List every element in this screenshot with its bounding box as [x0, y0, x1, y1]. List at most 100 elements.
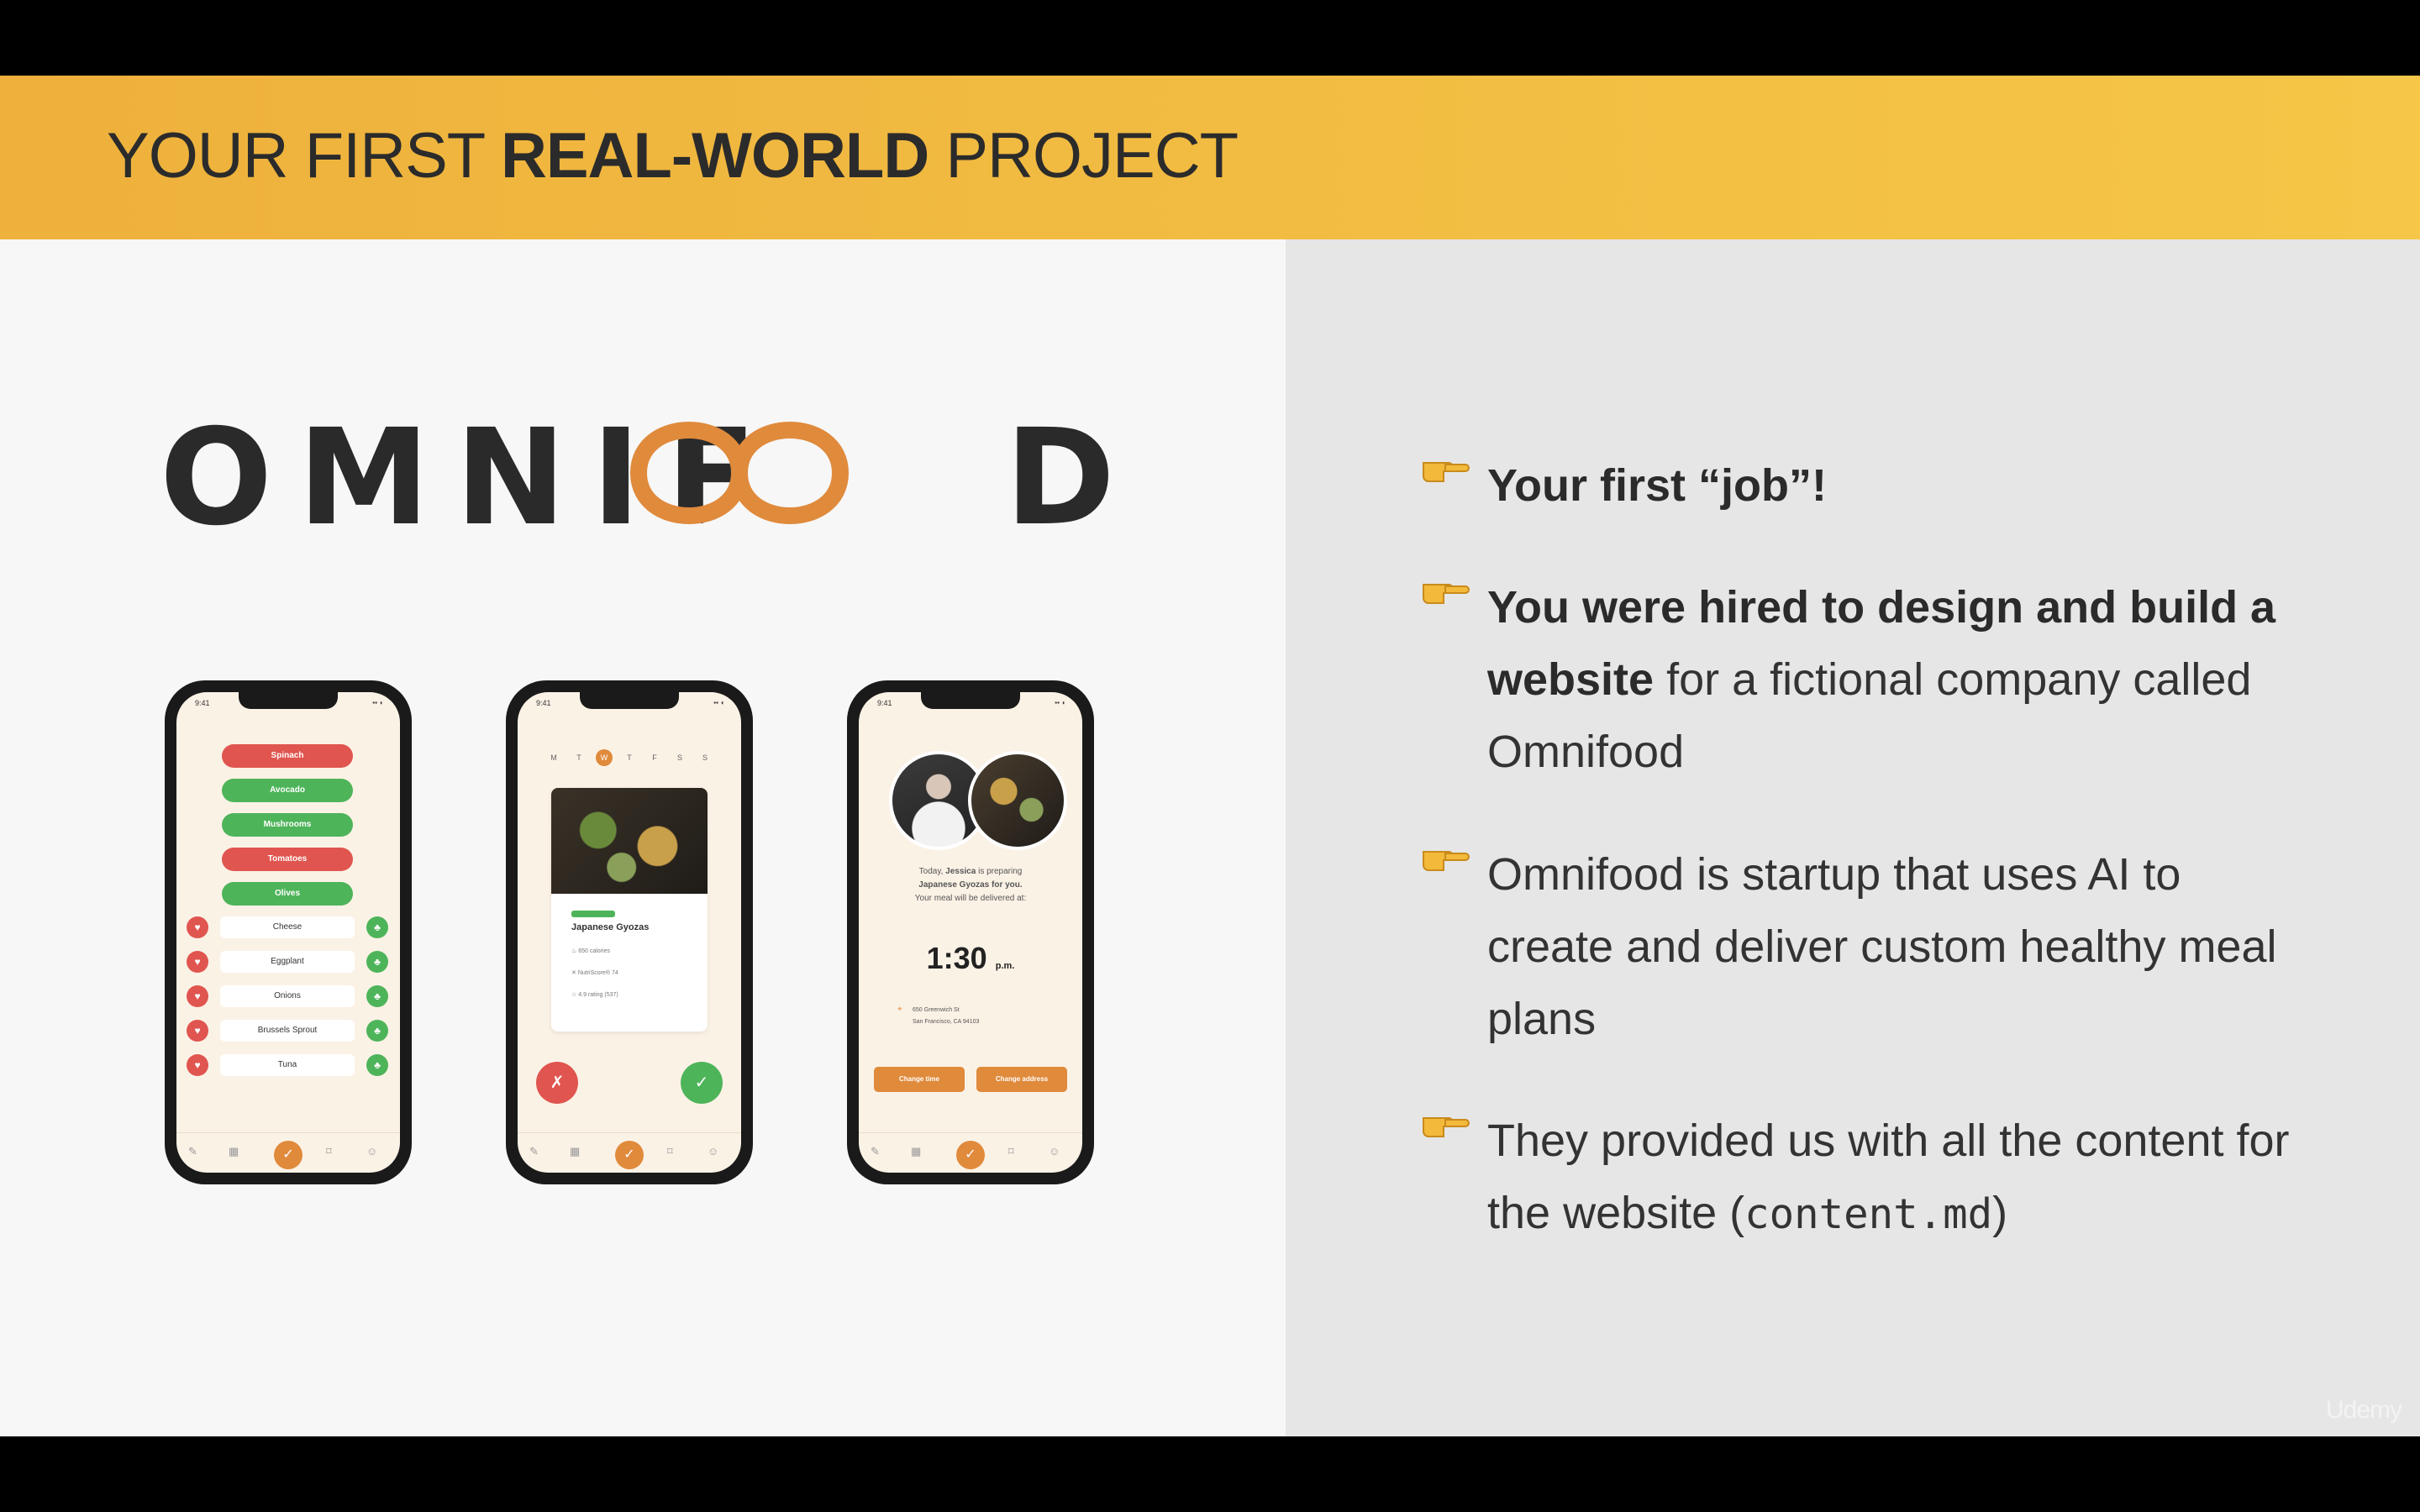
slide: YOUR FIRST REAL-WORLD PROJECT OMNIF D 9:…: [0, 76, 2420, 1436]
day-button[interactable]: S: [667, 749, 692, 766]
location-pin-icon: ⌖: [897, 1005, 902, 1014]
inline-code: content.md: [1744, 1190, 1993, 1238]
pointing-hand-icon: [1423, 851, 1470, 871]
bookmark-icon[interactable]: ⌑: [667, 1145, 673, 1158]
pointing-hand-icon: [1423, 1117, 1470, 1137]
phone-screen: 9:41 ▪▪ ◖ MTWTFSS Japanese Gyozas ♨ 650 …: [518, 692, 741, 1173]
delivery-time: 1:30 p.m.: [926, 941, 1015, 975]
thumbs-down-icon[interactable]: ✗: [536, 1062, 578, 1104]
bookmark-icon[interactable]: ⌑: [1008, 1145, 1014, 1158]
phone-mockup-preferences: 9:41 ▪▪ ◖ Spinach Avocado Mushrooms Toma…: [165, 680, 412, 1184]
phone-notch: [580, 692, 679, 709]
dislike-icon[interactable]: ♥: [187, 1054, 208, 1076]
ingredient-label: Onions: [220, 985, 355, 1007]
dislike-icon[interactable]: ♥: [187, 951, 208, 973]
day-button[interactable]: T: [617, 749, 642, 766]
day-button-active[interactable]: W: [596, 749, 613, 766]
phone-notch: [921, 692, 1020, 709]
pointing-hand-icon: [1423, 462, 1470, 482]
change-time-button[interactable]: Change time: [874, 1067, 965, 1092]
calendar-icon[interactable]: ▦: [570, 1145, 580, 1158]
pointing-hand-icon: [1423, 584, 1470, 604]
user-icon[interactable]: ☺: [366, 1145, 377, 1158]
check-icon[interactable]: ✓: [615, 1141, 644, 1169]
meal-nutriscore: ✕ NutriScore® 74: [571, 970, 618, 976]
like-icon[interactable]: ♣: [366, 1020, 388, 1042]
thumbs-up-icon[interactable]: ✓: [681, 1062, 723, 1104]
ingredient-pill[interactable]: Tomatoes: [222, 848, 353, 871]
signal-battery-icon: ▪▪ ◖: [713, 699, 724, 706]
phone-screen: 9:41 ▪▪ ◖ Spinach Avocado Mushrooms Toma…: [176, 692, 400, 1173]
tab-bar: ✎ ▦ ✓ ⌑ ☺: [176, 1132, 400, 1173]
signal-battery-icon: ▪▪ ◖: [372, 699, 383, 706]
like-icon[interactable]: ♣: [366, 1054, 388, 1076]
phone-notch: [239, 692, 338, 709]
bullet-text: Omnifood is startup that uses AI to crea…: [1487, 849, 2277, 1044]
status-time: 9:41: [536, 699, 551, 707]
phone-mockup-meal: 9:41 ▪▪ ◖ MTWTFSS Japanese Gyozas ♨ 650 …: [506, 680, 753, 1184]
ingredient-label: Tuna: [220, 1054, 355, 1076]
ingredient-row: ♥ Eggplant ♣: [187, 950, 388, 974]
like-icon[interactable]: ♣: [366, 985, 388, 1007]
meal-rating: ☆ 4.9 rating (537): [571, 992, 618, 998]
carrot-icon[interactable]: ✎: [871, 1145, 880, 1158]
logo-text-d: D: [1005, 401, 1115, 546]
ingredient-pill[interactable]: Avocado: [222, 779, 353, 802]
day-button[interactable]: T: [566, 749, 592, 766]
carrot-icon[interactable]: ✎: [188, 1145, 197, 1158]
ingredient-pill[interactable]: Olives: [222, 882, 353, 906]
bullet-text: They provided us with all the content fo…: [1487, 1116, 2290, 1238]
ingredient-label: Cheese: [220, 916, 355, 938]
check-icon[interactable]: ✓: [274, 1141, 302, 1169]
change-address-button[interactable]: Change address: [976, 1067, 1067, 1092]
header-banner: YOUR FIRST REAL-WORLD PROJECT: [0, 76, 2420, 239]
meal-name: Japanese Gyozas: [571, 922, 650, 932]
ingredient-row: ♥ Tuna ♣: [187, 1053, 388, 1077]
left-panel: OMNIF D 9:41 ▪▪ ◖ Spinach Avocado Mushro…: [0, 239, 1286, 1436]
meal-card[interactable]: Japanese Gyozas ♨ 650 calories ✕ NutriSc…: [551, 788, 708, 1032]
ingredient-pill[interactable]: Mushrooms: [222, 813, 353, 837]
tab-bar: ✎ ▦ ✓ ⌑ ☺: [859, 1132, 1082, 1173]
udemy-watermark: Udemy: [2325, 1396, 2402, 1424]
ingredient-label: Brussels Sprout: [220, 1020, 355, 1042]
bookmark-icon[interactable]: ⌑: [326, 1145, 332, 1158]
tab-bar: ✎ ▦ ✓ ⌑ ☺: [518, 1132, 741, 1173]
day-button[interactable]: S: [692, 749, 718, 766]
ingredient-row: ♥ Cheese ♣: [187, 916, 388, 939]
ingredient-row: ♥ Onions ♣: [187, 984, 388, 1008]
bullet-text: You were hired to design and build a web…: [1487, 582, 2276, 777]
delivery-text-line1: Today, Jessica is preparing: [918, 867, 1023, 876]
check-icon[interactable]: ✓: [956, 1141, 985, 1169]
status-time: 9:41: [195, 699, 210, 707]
dislike-icon[interactable]: ♥: [187, 916, 208, 938]
delivery-text-line3: Your meal will be delivered at:: [914, 894, 1027, 903]
delivery-address: 650 Greenwich St San Francisco, CA 94103: [913, 1007, 980, 1025]
meal-calories: ♨ 650 calories: [571, 948, 610, 954]
carrot-icon[interactable]: ✎: [529, 1145, 539, 1158]
calendar-icon[interactable]: ▦: [229, 1145, 239, 1158]
day-button[interactable]: F: [642, 749, 667, 766]
ingredient-label: Eggplant: [220, 951, 355, 973]
dislike-icon[interactable]: ♥: [187, 985, 208, 1007]
status-time: 9:41: [877, 699, 892, 707]
phone-mockup-delivery: 9:41 ▪▪ ◖ Today, Jessica is preparing Ja…: [847, 680, 1094, 1184]
delivery-text-line2: Japanese Gyozas for you.: [918, 880, 1023, 890]
calendar-icon[interactable]: ▦: [911, 1145, 921, 1158]
ingredient-pill[interactable]: Spinach: [222, 744, 353, 768]
meal-tag: [571, 911, 615, 917]
meal-avatar: [968, 751, 1067, 850]
day-button[interactable]: M: [541, 749, 566, 766]
like-icon[interactable]: ♣: [366, 951, 388, 973]
like-icon[interactable]: ♣: [366, 916, 388, 938]
meal-photo: [551, 788, 708, 894]
slide-title: YOUR FIRST REAL-WORLD PROJECT: [107, 120, 1239, 192]
dislike-icon[interactable]: ♥: [187, 1020, 208, 1042]
omnifood-logo: OMNIF D: [160, 401, 1115, 546]
phone-screen: 9:41 ▪▪ ◖ Today, Jessica is preparing Ja…: [859, 692, 1082, 1173]
signal-battery-icon: ▪▪ ◖: [1055, 699, 1065, 706]
weekday-selector: MTWTFSS: [541, 749, 718, 766]
ingredient-row: ♥ Brussels Sprout ♣: [187, 1019, 388, 1042]
user-icon[interactable]: ☺: [1049, 1145, 1060, 1158]
user-icon[interactable]: ☺: [708, 1145, 718, 1158]
bullet-text: Your first “job”!: [1487, 460, 1827, 511]
